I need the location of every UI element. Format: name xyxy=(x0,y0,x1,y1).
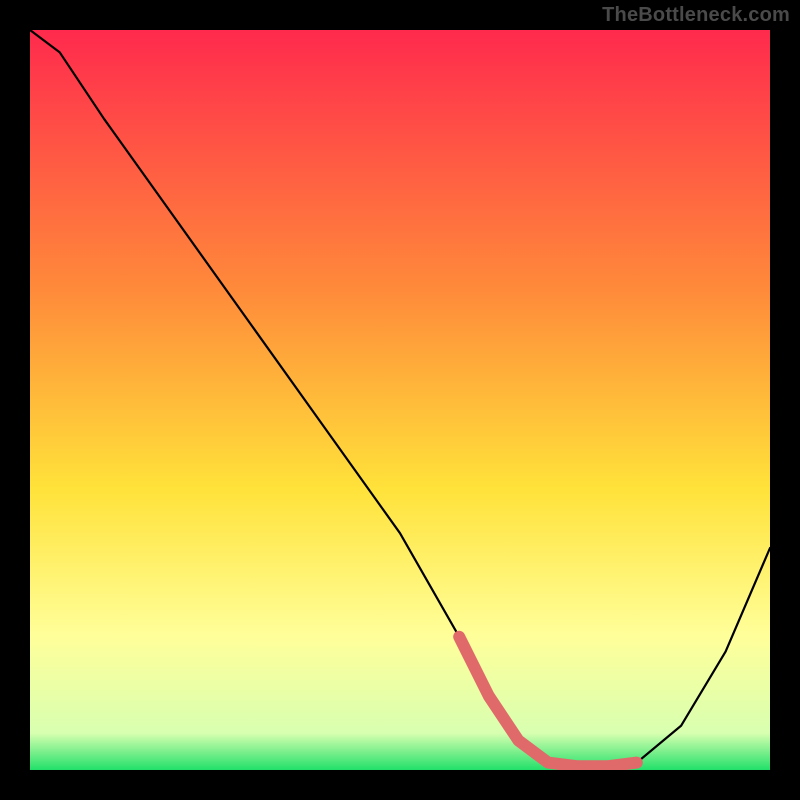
plot-area xyxy=(30,30,770,770)
bottleneck-chart xyxy=(30,30,770,770)
watermark-text: TheBottleneck.com xyxy=(602,4,790,27)
plot-frame xyxy=(30,30,770,770)
gradient-background xyxy=(30,30,770,770)
